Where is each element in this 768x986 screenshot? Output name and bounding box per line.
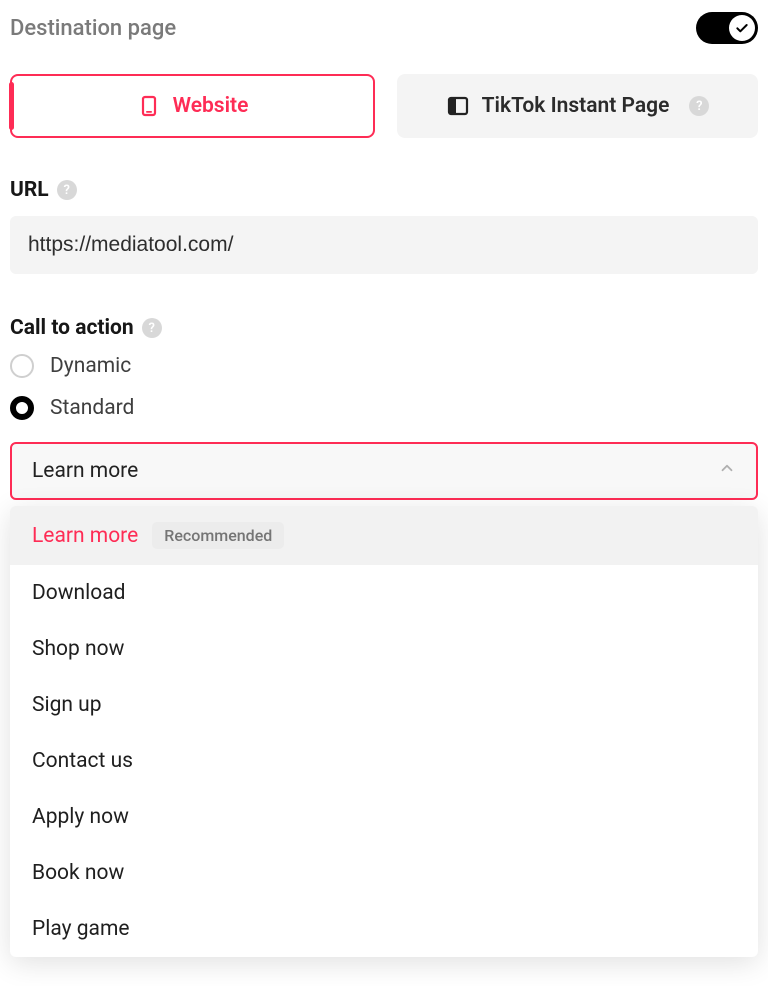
cta-option-label: Shop now (32, 637, 124, 661)
cta-option-label: Apply now (32, 805, 129, 829)
destination-toggle[interactable] (696, 12, 758, 44)
cta-option-label: Sign up (32, 693, 102, 717)
cta-option-book-now[interactable]: Book now (10, 845, 758, 901)
cta-option-download[interactable]: Download (10, 565, 758, 621)
toggle-knob (729, 15, 755, 41)
cta-select[interactable]: Learn more (10, 442, 758, 500)
tab-instant-page[interactable]: TikTok Instant Page ? (397, 74, 758, 138)
cta-dropdown: Learn more Recommended Download Shop now… (10, 506, 758, 957)
instant-page-icon (446, 94, 470, 118)
radio-checked-icon (10, 396, 34, 420)
tab-website[interactable]: Website (10, 74, 375, 138)
help-icon[interactable]: ? (689, 96, 709, 116)
radio-dynamic[interactable]: Dynamic (10, 354, 758, 378)
radio-standard-label: Standard (50, 396, 134, 420)
cta-option-learn-more[interactable]: Learn more Recommended (10, 506, 758, 565)
cta-option-contact-us[interactable]: Contact us (10, 733, 758, 789)
cta-option-play-game[interactable]: Play game (10, 901, 758, 957)
check-icon (734, 20, 750, 36)
chevron-up-icon (718, 459, 736, 483)
cta-option-apply-now[interactable]: Apply now (10, 789, 758, 845)
url-label: URL ? (10, 178, 758, 202)
radio-dynamic-label: Dynamic (50, 354, 131, 378)
help-icon[interactable]: ? (57, 180, 77, 200)
help-icon[interactable]: ? (142, 318, 162, 338)
cta-select-value: Learn more (32, 459, 138, 483)
url-input[interactable] (10, 216, 758, 274)
cta-option-label: Contact us (32, 749, 133, 773)
cta-option-sign-up[interactable]: Sign up (10, 677, 758, 733)
cta-option-label: Book now (32, 861, 124, 885)
cta-option-label: Learn more (32, 524, 138, 548)
recommended-badge: Recommended (152, 522, 284, 549)
tab-website-label: Website (173, 94, 249, 118)
section-title: Destination page (10, 16, 176, 41)
website-icon (137, 94, 161, 118)
cta-option-label: Play game (32, 917, 130, 941)
cta-option-shop-now[interactable]: Shop now (10, 621, 758, 677)
radio-standard[interactable]: Standard (10, 396, 758, 420)
tab-instant-page-label: TikTok Instant Page (482, 94, 670, 118)
radio-unchecked-icon (10, 354, 34, 378)
cta-label: Call to action ? (10, 316, 758, 340)
cta-option-label: Download (32, 581, 126, 605)
